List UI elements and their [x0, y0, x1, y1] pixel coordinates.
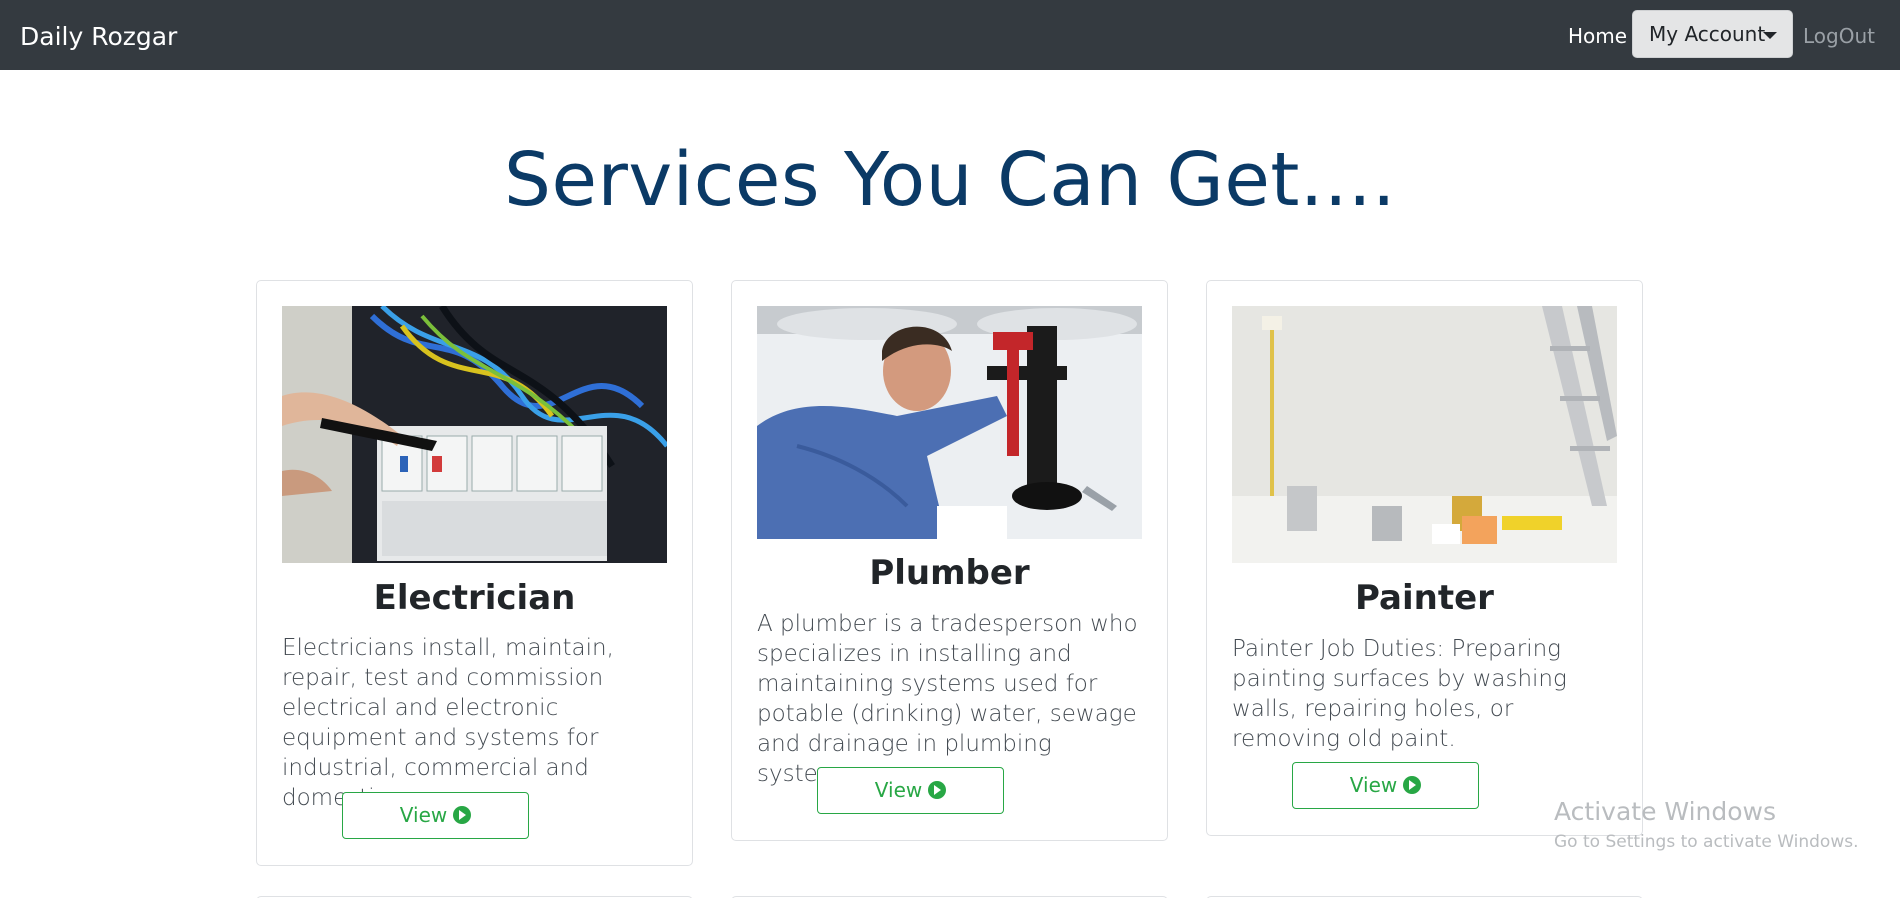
my-account-dropdown[interactable]: My Account	[1632, 10, 1793, 58]
navbar: Daily Rozgar Home My Account LogOut	[0, 0, 1900, 70]
arrow-circle-right-icon	[453, 806, 472, 824]
brand-logo[interactable]: Daily Rozgar	[20, 20, 177, 54]
page: Daily Rozgar Home My Account LogOut Serv…	[0, 0, 1900, 898]
page-title: Services You Can Get....	[503, 137, 1397, 223]
my-account-label: My Account	[1649, 22, 1766, 46]
caret-down-icon	[1763, 32, 1777, 39]
card-title: Plumber	[869, 553, 1030, 593]
service-card-electrician: Electrician Electricians install, mainta…	[256, 280, 693, 866]
plumber-image	[757, 306, 1142, 539]
service-card-painter: Painter Painter Job Duties: Preparing pa…	[1206, 280, 1643, 836]
card-title: Painter	[1355, 578, 1494, 618]
main-content: Daily Rozgar Home My Account LogOut Serv…	[0, 0, 1900, 898]
view-button[interactable]: View	[817, 767, 1004, 814]
arrow-circle-right-icon	[928, 781, 947, 799]
view-button-label: View	[874, 778, 923, 802]
view-button[interactable]: View	[342, 792, 529, 839]
activate-windows-title: Activate Windows	[1554, 797, 1776, 826]
painter-image	[1232, 306, 1617, 563]
electrician-image	[282, 306, 667, 563]
logout-link[interactable]: LogOut	[1803, 22, 1875, 50]
arrow-circle-right-icon	[1403, 776, 1422, 794]
view-button[interactable]: View	[1292, 762, 1479, 809]
service-card-plumber: Plumber A plumber is a tradesperson who …	[731, 280, 1168, 841]
view-button-label: View	[399, 803, 448, 827]
card-description: Painter Job Duties: Preparing painting s…	[1232, 636, 1567, 752]
nav-home-link[interactable]: Home	[1568, 22, 1627, 50]
card-description: A plumber is a tradesperson who speciali…	[757, 611, 1138, 787]
card-title: Electrician	[373, 578, 576, 618]
card-description: Electricians install, maintain, repair, …	[282, 635, 614, 811]
view-button-label: View	[1349, 773, 1398, 797]
activate-windows-subtitle: Go to Settings to activate Windows.	[1554, 832, 1859, 852]
